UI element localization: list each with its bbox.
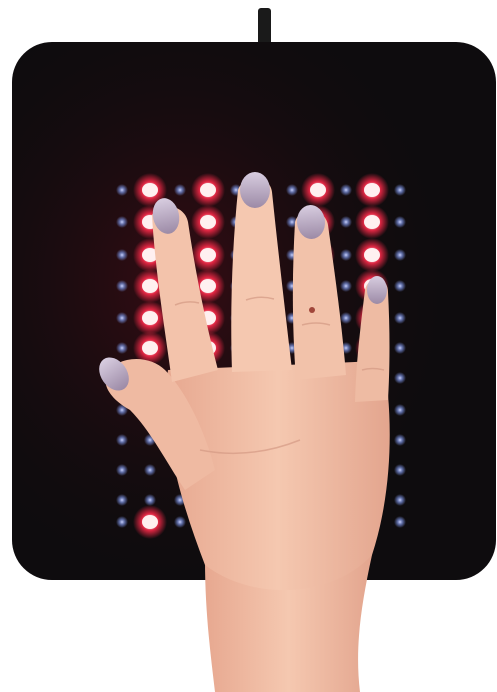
infrared-led xyxy=(394,312,406,324)
infrared-led xyxy=(116,216,128,228)
infrared-led xyxy=(340,216,352,228)
infrared-led xyxy=(116,280,128,292)
red-led-core xyxy=(364,183,380,197)
red-led-core xyxy=(142,515,158,529)
photo-scene xyxy=(12,8,496,692)
infrared-led xyxy=(116,494,128,506)
infrared-led xyxy=(394,464,406,476)
infrared-led xyxy=(116,516,128,528)
infrared-led xyxy=(116,464,128,476)
red-led-core xyxy=(200,215,216,229)
infrared-led xyxy=(116,342,128,354)
red-led-core xyxy=(142,279,158,293)
infrared-led xyxy=(394,434,406,446)
red-led-core xyxy=(142,341,158,355)
red-led-core xyxy=(200,183,216,197)
infrared-led xyxy=(394,249,406,261)
infrared-led xyxy=(340,280,352,292)
infrared-led xyxy=(340,249,352,261)
red-led-core xyxy=(364,215,380,229)
infrared-led xyxy=(174,516,186,528)
infrared-led xyxy=(340,312,352,324)
infrared-led xyxy=(116,312,128,324)
infrared-led xyxy=(116,434,128,446)
infrared-led xyxy=(394,404,406,416)
infrared-led xyxy=(394,516,406,528)
red-led-core xyxy=(364,248,380,262)
infrared-led xyxy=(394,184,406,196)
infrared-led xyxy=(286,184,298,196)
infrared-led xyxy=(174,184,186,196)
infrared-led xyxy=(394,372,406,384)
red-led-core xyxy=(200,279,216,293)
infrared-led xyxy=(144,464,156,476)
middle-fingernail xyxy=(240,172,270,208)
infrared-led xyxy=(144,494,156,506)
red-led-core xyxy=(142,311,158,325)
infrared-led xyxy=(116,249,128,261)
infrared-led xyxy=(116,184,128,196)
infrared-led xyxy=(394,280,406,292)
red-led-core xyxy=(310,183,326,197)
mole xyxy=(309,307,315,313)
infrared-led xyxy=(394,216,406,228)
red-led-core xyxy=(142,183,158,197)
little-fingernail xyxy=(367,276,387,304)
infrared-led xyxy=(394,494,406,506)
red-led-core xyxy=(200,248,216,262)
infrared-led xyxy=(340,184,352,196)
infrared-led xyxy=(394,342,406,354)
